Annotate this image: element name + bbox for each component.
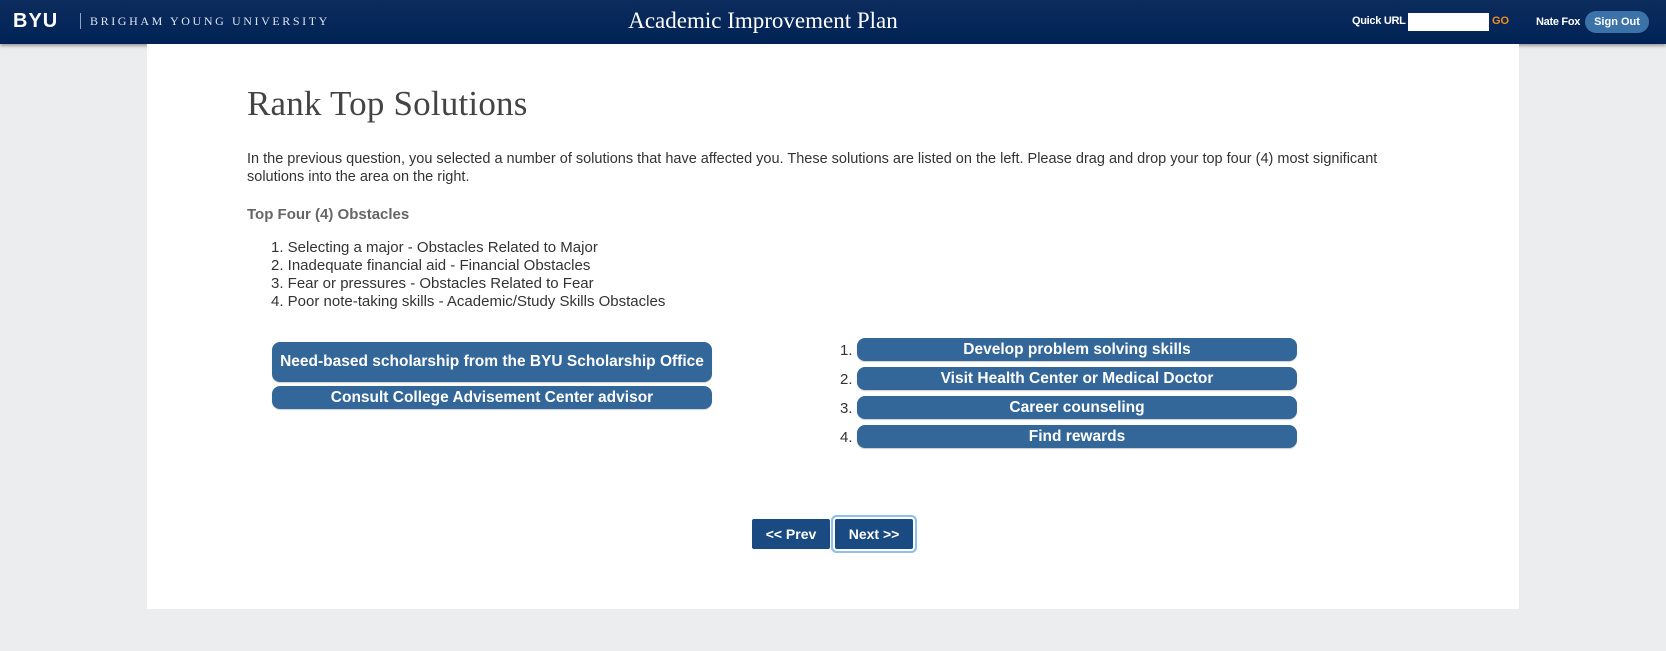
content-panel: Rank Top Solutions In the previous quest…: [147, 44, 1519, 609]
ranked-solution-item[interactable]: Find rewards: [857, 425, 1297, 448]
next-button[interactable]: Next >>: [835, 519, 913, 549]
rank-number: 4.: [840, 429, 853, 446]
ranked-solution-item[interactable]: Career counseling: [857, 396, 1297, 419]
app-title: Academic Improvement Plan: [628, 8, 898, 33]
quick-url-label: Quick URL: [1352, 15, 1406, 27]
obstacle-item: 2. Inadequate financial aid - Financial …: [271, 257, 591, 274]
rank-number: 1.: [840, 342, 853, 359]
go-button[interactable]: GO: [1492, 15, 1509, 27]
obstacle-item: 4. Poor note-taking skills - Academic/St…: [271, 293, 666, 310]
rank-number: 2.: [840, 371, 853, 388]
obstacle-item: 3. Fear or pressures - Obstacles Related…: [271, 275, 594, 292]
top-header-bar: BYU BRIGHAM YOUNG UNIVERSITY Academic Im…: [0, 0, 1666, 44]
obstacles-heading: Top Four (4) Obstacles: [247, 206, 410, 223]
rank-number: 3.: [840, 400, 853, 417]
obstacle-item: 1. Selecting a major - Obstacles Related…: [271, 239, 598, 256]
ranked-solution-item[interactable]: Develop problem solving skills: [857, 338, 1297, 361]
instructions-text: In the previous question, you selected a…: [247, 151, 1378, 185]
page-title: Rank Top Solutions: [247, 84, 528, 123]
user-name: Nate Fox: [1536, 16, 1581, 28]
solution-item[interactable]: Need-based scholarship from the BYU Scho…: [272, 342, 712, 382]
obstacles-list: 1. Selecting a major - Obstacles Related…: [271, 239, 665, 311]
solution-item[interactable]: Consult College Advisement Center adviso…: [272, 386, 712, 409]
prev-button[interactable]: << Prev: [752, 519, 830, 549]
sign-out-button[interactable]: Sign Out: [1585, 11, 1649, 33]
quick-url-input[interactable]: [1408, 13, 1489, 31]
ranked-solution-item[interactable]: Visit Health Center or Medical Doctor: [857, 367, 1297, 390]
